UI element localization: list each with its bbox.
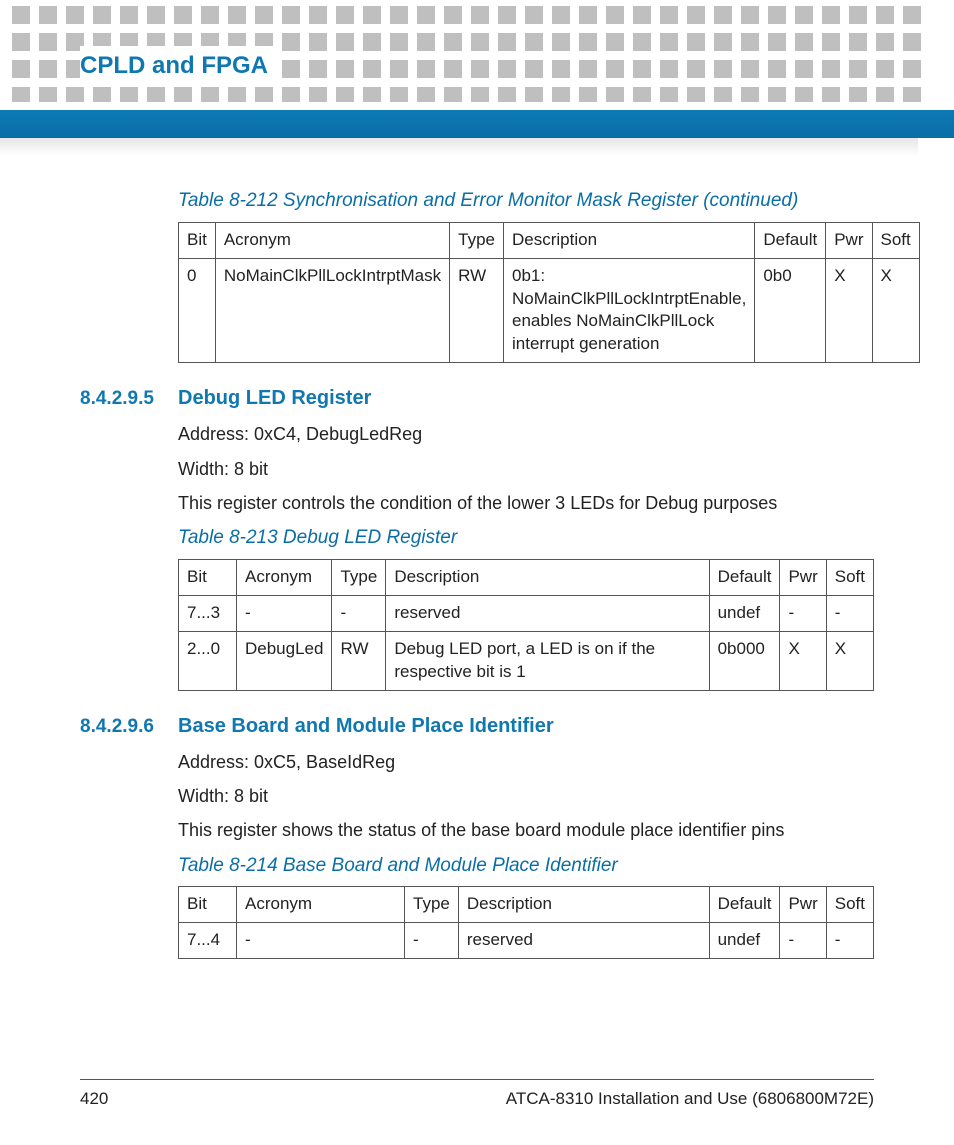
- table-header-cell: Acronym: [215, 222, 449, 258]
- table-cell: reserved: [458, 923, 709, 959]
- table-header-row: BitAcronymTypeDescriptionDefaultPwrSoft: [179, 887, 874, 923]
- table-header-cell: Description: [386, 559, 709, 595]
- table-header-cell: Acronym: [237, 559, 332, 595]
- table-header-cell: Pwr: [780, 887, 826, 923]
- section-number: 8.4.2.9.6: [80, 714, 164, 740]
- table-cell: 7...4: [179, 923, 237, 959]
- table-cell: -: [826, 923, 873, 959]
- table-header-cell: Soft: [872, 222, 919, 258]
- table-cell: X: [872, 258, 919, 363]
- table-header-cell: Bit: [179, 887, 237, 923]
- page-content: Table 8-212 Synchronisation and Error Mo…: [80, 182, 874, 1055]
- address-line: Address: 0xC5, BaseIdReg: [178, 750, 874, 774]
- table-row: 2...0DebugLedRWDebug LED port, a LED is …: [179, 631, 874, 690]
- address-line: Address: 0xC4, DebugLedReg: [178, 422, 874, 446]
- table-214: BitAcronymTypeDescriptionDefaultPwrSoft7…: [178, 886, 874, 959]
- table-header-cell: Default: [709, 887, 780, 923]
- table-213-caption: Table 8-213 Debug LED Register: [178, 525, 874, 551]
- header-bar: [0, 110, 954, 138]
- table-cell: -: [237, 923, 405, 959]
- table-header-cell: Default: [755, 222, 826, 258]
- page-number: 420: [80, 1088, 108, 1111]
- table-cell: -: [826, 595, 873, 631]
- table-header-cell: Pwr: [780, 559, 826, 595]
- table-header-cell: Soft: [826, 559, 873, 595]
- table-214-caption: Table 8-214 Base Board and Module Place …: [178, 853, 874, 879]
- table-header-cell: Description: [504, 222, 755, 258]
- table-cell: Debug LED port, a LED is on if the respe…: [386, 631, 709, 690]
- section-number: 8.4.2.9.5: [80, 386, 164, 412]
- table-header-row: BitAcronymTypeDescriptionDefaultPwrSoft: [179, 559, 874, 595]
- section-title: Base Board and Module Place Identifier: [178, 713, 554, 740]
- table-header-cell: Default: [709, 559, 780, 595]
- table-row: 0NoMainClkPllLockIntrptMaskRW0b1: NoMain…: [179, 258, 920, 363]
- section-description: This register controls the condition of …: [178, 491, 874, 515]
- section-8-4-2-9-5-heading: 8.4.2.9.5 Debug LED Register: [80, 385, 874, 412]
- table-cell: 0b000: [709, 631, 780, 690]
- table-header-cell: Type: [332, 559, 386, 595]
- doc-id: ATCA-8310 Installation and Use (6806800M…: [506, 1088, 874, 1111]
- table-cell: -: [332, 595, 386, 631]
- table-cell: undef: [709, 595, 780, 631]
- table-header-cell: Soft: [826, 887, 873, 923]
- table-row: 7...4--reservedundef--: [179, 923, 874, 959]
- table-cell: 0b1: NoMainClkPllLockIntrptEnable, enabl…: [504, 258, 755, 363]
- table-cell: X: [826, 631, 873, 690]
- table-header-cell: Acronym: [237, 887, 405, 923]
- table-cell: -: [780, 595, 826, 631]
- section-description: This register shows the status of the ba…: [178, 818, 874, 842]
- table-212-caption: Table 8-212 Synchronisation and Error Mo…: [178, 188, 874, 214]
- table-cell: X: [780, 631, 826, 690]
- table-header-cell: Bit: [179, 222, 216, 258]
- table-header-cell: Description: [458, 887, 709, 923]
- table-cell: 0b0: [755, 258, 826, 363]
- table-row: 7...3--reservedundef--: [179, 595, 874, 631]
- section-title: Debug LED Register: [178, 385, 371, 412]
- table-header-cell: Type: [405, 887, 459, 923]
- chapter-title: CPLD and FPGA: [80, 46, 276, 86]
- table-cell: NoMainClkPllLockIntrptMask: [215, 258, 449, 363]
- width-line: Width: 8 bit: [178, 457, 874, 481]
- table-cell: RW: [332, 631, 386, 690]
- table-header-row: BitAcronymTypeDescriptionDefaultPwrSoft: [179, 222, 920, 258]
- table-212: BitAcronymTypeDescriptionDefaultPwrSoft0…: [178, 222, 920, 364]
- table-cell: reserved: [386, 595, 709, 631]
- table-header-cell: Type: [450, 222, 504, 258]
- page-footer: 420 ATCA-8310 Installation and Use (6806…: [80, 1079, 874, 1111]
- section-8-4-2-9-6-heading: 8.4.2.9.6 Base Board and Module Place Id…: [80, 713, 874, 740]
- table-cell: X: [826, 258, 872, 363]
- table-header-cell: Bit: [179, 559, 237, 595]
- table-header-cell: Pwr: [826, 222, 872, 258]
- table-cell: 0: [179, 258, 216, 363]
- table-cell: undef: [709, 923, 780, 959]
- table-cell: RW: [450, 258, 504, 363]
- table-213: BitAcronymTypeDescriptionDefaultPwrSoft7…: [178, 559, 874, 691]
- width-line: Width: 8 bit: [178, 784, 874, 808]
- table-cell: -: [780, 923, 826, 959]
- table-cell: -: [405, 923, 459, 959]
- table-cell: -: [237, 595, 332, 631]
- table-cell: 7...3: [179, 595, 237, 631]
- table-cell: 2...0: [179, 631, 237, 690]
- table-cell: DebugLed: [237, 631, 332, 690]
